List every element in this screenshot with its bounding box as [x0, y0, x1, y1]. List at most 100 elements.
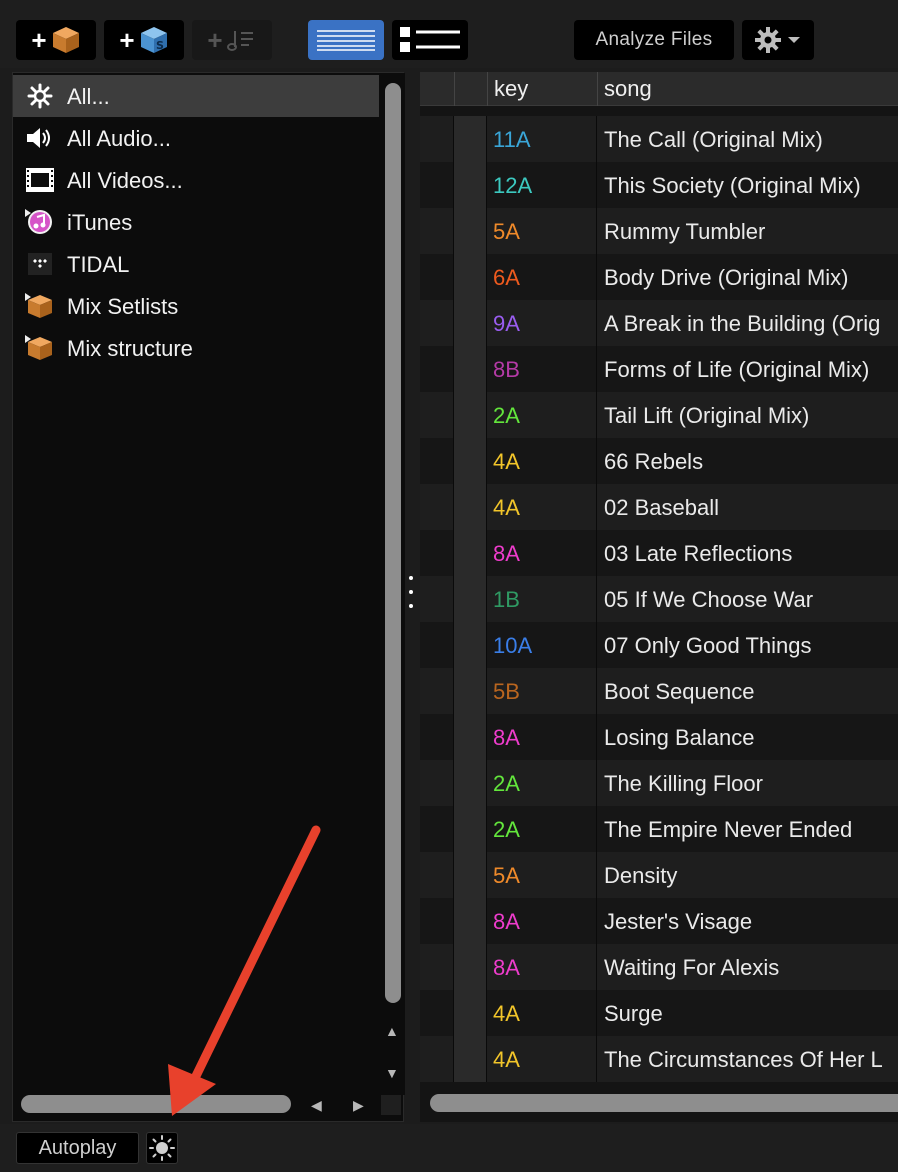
row-cell-blank — [420, 116, 454, 162]
row-cell-blank — [420, 438, 454, 484]
add-crate-button[interactable]: + — [16, 20, 96, 60]
crate-icon — [25, 293, 52, 318]
plus-icon: + — [119, 25, 135, 55]
analyze-files-label: Analyze Files — [595, 29, 713, 50]
track-song-title: 66 Rebels — [604, 449, 704, 474]
table-row[interactable]: 2A The Killing Floor — [420, 760, 898, 806]
table-row[interactable]: 2A The Empire Never Ended — [420, 806, 898, 852]
add-crate-icon — [52, 27, 79, 53]
table-row[interactable]: 8A Losing Balance — [420, 714, 898, 760]
gear-icon — [755, 27, 781, 53]
row-cell-marker — [454, 162, 487, 208]
list-view-button[interactable] — [308, 20, 384, 60]
track-key: 4A — [493, 449, 520, 474]
sidebar-item-all-videos[interactable]: All Videos... — [13, 159, 379, 201]
column-header-key[interactable]: key — [494, 76, 528, 102]
table-row[interactable]: 9A A Break in the Building (Orig — [420, 300, 898, 346]
panel-splitter-handle[interactable] — [406, 560, 416, 620]
table-row[interactable]: 8A Waiting For Alexis — [420, 944, 898, 990]
track-song-title: The Circumstances Of Her L — [604, 1047, 883, 1072]
autoplay-button[interactable]: Autoplay — [16, 1132, 139, 1164]
add-smart-crate-button[interactable]: + S — [104, 20, 184, 60]
table-row[interactable]: 8A 03 Late Reflections — [420, 530, 898, 576]
itunes-icon — [25, 209, 52, 234]
row-cell-blank — [420, 760, 454, 806]
track-key: 8A — [493, 725, 520, 750]
add-playlist-button[interactable]: + — [192, 20, 272, 60]
scroll-up-icon[interactable]: ▲ — [385, 1023, 399, 1039]
plus-icon: + — [31, 25, 47, 55]
detail-view-button[interactable] — [392, 20, 468, 60]
sidebar-item-all-audio[interactable]: All Audio... — [13, 117, 379, 159]
automix-button[interactable] — [146, 1132, 178, 1164]
track-key: 8B — [493, 357, 520, 382]
row-cell-marker — [454, 944, 487, 990]
analyze-files-button[interactable]: Analyze Files — [574, 20, 734, 60]
speaker-icon — [27, 128, 50, 148]
table-row[interactable]: 8B Forms of Life (Original Mix) — [420, 346, 898, 392]
table-row[interactable]: 5B Boot Sequence — [420, 668, 898, 714]
table-row[interactable]: 6A Body Drive (Original Mix) — [420, 254, 898, 300]
row-cell-marker — [454, 622, 487, 668]
track-key: 8A — [493, 541, 520, 566]
sidebar-item-label: Mix Setlists — [67, 294, 179, 319]
scroll-down-icon[interactable]: ▼ — [385, 1065, 399, 1081]
track-key: 2A — [493, 817, 520, 842]
track-song-title: A Break in the Building (Orig — [604, 311, 881, 336]
scroll-right-icon[interactable]: ▶ — [353, 1097, 364, 1114]
row-cell-blank — [420, 346, 454, 392]
track-song-title: 02 Baseball — [604, 495, 719, 520]
scroll-corner — [381, 1095, 401, 1115]
row-cell-blank — [420, 392, 454, 438]
table-row[interactable]: 12A This Society (Original Mix) — [420, 162, 898, 208]
sidebar-item-tidal[interactable]: TIDAL — [13, 243, 379, 285]
table-row[interactable]: 10A 07 Only Good Things — [420, 622, 898, 668]
sidebar-horizontal-scroll-thumb[interactable] — [21, 1095, 291, 1113]
sidebar-item-label: All Videos... — [67, 168, 183, 193]
row-cell-marker — [454, 760, 487, 806]
table-header: key song — [420, 72, 898, 106]
table-row[interactable]: 4A The Circumstances Of Her L — [420, 1036, 898, 1082]
track-key: 5B — [493, 679, 520, 704]
track-song-title: Forms of Life (Original Mix) — [604, 357, 870, 382]
track-key: 2A — [493, 403, 520, 428]
track-song-title: Rummy Tumbler — [604, 219, 766, 244]
table-row[interactable]: 11A The Call (Original Mix) — [420, 116, 898, 162]
sidebar-item-itunes[interactable]: iTunes — [13, 201, 379, 243]
sidebar-scroll-thumb[interactable] — [385, 83, 401, 1003]
table-row[interactable]: 8A Jester's Visage — [420, 898, 898, 944]
table-horizontal-scroll-thumb[interactable] — [430, 1094, 898, 1112]
column-header-song[interactable]: song — [604, 76, 652, 102]
table-row[interactable]: 5A Rummy Tumbler — [420, 208, 898, 254]
autoplay-label: Autoplay — [38, 1136, 117, 1159]
sidebar-item-label: All... — [67, 84, 110, 109]
track-key: 5A — [493, 863, 520, 888]
table-row[interactable]: 4A 02 Baseball — [420, 484, 898, 530]
sidebar-item-label: TIDAL — [67, 252, 130, 277]
table-row[interactable]: 2A Tail Lift (Original Mix) — [420, 392, 898, 438]
row-cell-marker — [454, 208, 487, 254]
track-key: 1B — [493, 587, 520, 612]
track-key: 5A — [493, 219, 520, 244]
sidebar-item-mix-structure[interactable]: Mix structure — [13, 327, 379, 369]
table-row[interactable]: 1B 05 If We Choose War — [420, 576, 898, 622]
table-row[interactable]: 5A Density — [420, 852, 898, 898]
table-row[interactable]: 4A Surge — [420, 990, 898, 1036]
track-table: key song 11A The Call (Original Mix) 12A Th… — [420, 72, 898, 1122]
film-icon — [26, 168, 54, 192]
add-playlist-icon — [226, 31, 253, 51]
row-cell-blank — [420, 300, 454, 346]
track-key: 8A — [493, 909, 520, 934]
row-cell-blank — [420, 162, 454, 208]
sidebar-item-mix-setlists[interactable]: Mix Setlists — [13, 285, 379, 327]
settings-button[interactable] — [742, 20, 814, 60]
row-cell-marker — [454, 530, 487, 576]
row-cell-marker — [454, 392, 487, 438]
library-sidebar: All... All Audio... All Videos... iTunes… — [12, 72, 405, 1122]
scroll-left-icon[interactable]: ◀ — [311, 1097, 322, 1114]
table-row[interactable]: 4A 66 Rebels — [420, 438, 898, 484]
row-cell-blank — [420, 944, 454, 990]
row-cell-marker — [454, 484, 487, 530]
sidebar-item-all[interactable]: All... — [13, 75, 379, 117]
row-cell-blank — [420, 208, 454, 254]
